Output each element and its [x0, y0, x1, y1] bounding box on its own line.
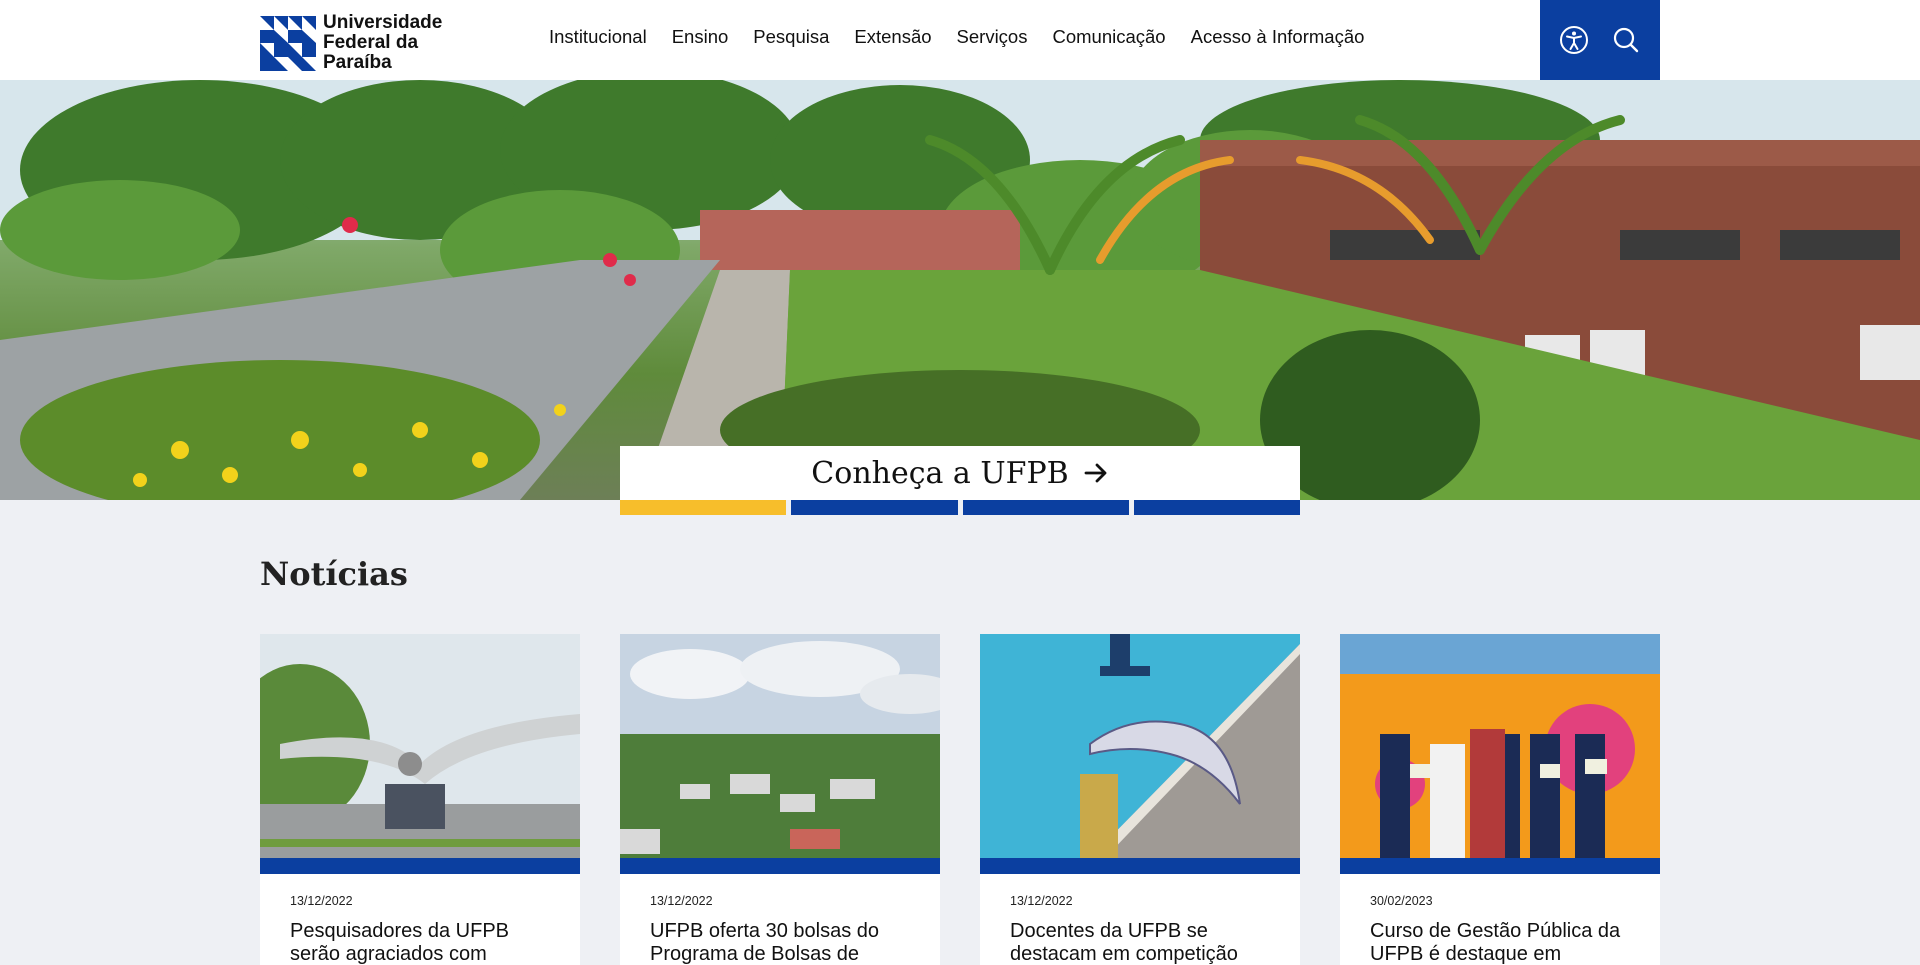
hero-banner: [0, 80, 1920, 500]
news-card[interactable]: 13/12/2022 UFPB oferta 30 bolsas do Prog…: [620, 634, 940, 965]
slider-indicator-3[interactable]: [962, 500, 1129, 515]
news-list: 13/12/2022 Pesquisadores da UFPB serão a…: [260, 634, 1660, 965]
logo-line-3: Paraíba: [323, 52, 392, 73]
news-card-title[interactable]: Docentes da UFPB se destacam em competiç…: [980, 908, 1300, 965]
nav-extensao[interactable]: Extensão: [854, 26, 931, 48]
news-card-date: 13/12/2022: [650, 894, 713, 908]
nav-institucional[interactable]: Institucional: [549, 26, 647, 48]
news-card-date: 13/12/2022: [290, 894, 353, 908]
news-section-title: Notícias: [260, 555, 408, 593]
nav-pesquisa[interactable]: Pesquisa: [753, 26, 829, 48]
cta-label: Conheça a UFPB: [811, 455, 1069, 491]
news-card-image: [1340, 634, 1660, 858]
search-icon: [1613, 27, 1639, 53]
logo-wordmark: Universidade Federal da Paraíba: [323, 13, 463, 73]
news-card-strip: [620, 858, 940, 874]
news-card-strip: [260, 858, 580, 874]
slider-indicator-2[interactable]: [791, 500, 958, 515]
arrow-right-icon: [1084, 463, 1107, 483]
news-card[interactable]: 13/12/2022 Docentes da UFPB se destacam …: [980, 634, 1300, 965]
news-card-strip: [980, 858, 1300, 874]
news-card[interactable]: 30/02/2023 Curso de Gestão Pública da UF…: [1340, 634, 1660, 965]
news-card-title[interactable]: Curso de Gestão Pública da UFPB é destaq…: [1340, 908, 1660, 965]
nav-acesso-informacao[interactable]: Acesso à Informação: [1191, 26, 1365, 48]
nav-ensino[interactable]: Ensino: [672, 26, 729, 48]
news-card[interactable]: 13/12/2022 Pesquisadores da UFPB serão a…: [260, 634, 580, 965]
slider-indicator-1[interactable]: [620, 500, 787, 515]
slider-indicator-4[interactable]: [1133, 500, 1300, 515]
news-card-date: 13/12/2022: [1010, 894, 1073, 908]
news-card-image: [980, 634, 1300, 858]
logo-line-2: Federal da: [323, 32, 419, 53]
hero-slider-indicators: [620, 500, 1300, 515]
ufpb-logo-mark: [260, 15, 316, 71]
news-card-title[interactable]: UFPB oferta 30 bolsas do Programa de Bol…: [620, 908, 940, 965]
accessibility-icon: [1560, 26, 1588, 54]
site-header: Universidade Federal da Paraíba Instituc…: [0, 0, 1920, 80]
main-nav: Institucional Ensino Pesquisa Extensão S…: [549, 26, 1389, 48]
logo-line-1: Universidade: [323, 12, 443, 33]
news-card-title[interactable]: Pesquisadores da UFPB serão agraciados c…: [260, 908, 580, 965]
conheca-ufpb-button[interactable]: Conheça a UFPB: [620, 446, 1300, 500]
hero-campus-image: [0, 80, 1920, 500]
news-card-image: [260, 634, 580, 858]
news-card-date: 30/02/2023: [1370, 894, 1433, 908]
news-card-image: [620, 634, 940, 858]
nav-servicos[interactable]: Serviços: [957, 26, 1028, 48]
search-button[interactable]: [1610, 24, 1642, 56]
header-tools: [1540, 0, 1660, 80]
ufpb-logo[interactable]: Universidade Federal da Paraíba: [260, 13, 463, 73]
nav-comunicacao[interactable]: Comunicação: [1052, 26, 1165, 48]
accessibility-button[interactable]: [1558, 24, 1590, 56]
news-card-strip: [1340, 858, 1660, 874]
